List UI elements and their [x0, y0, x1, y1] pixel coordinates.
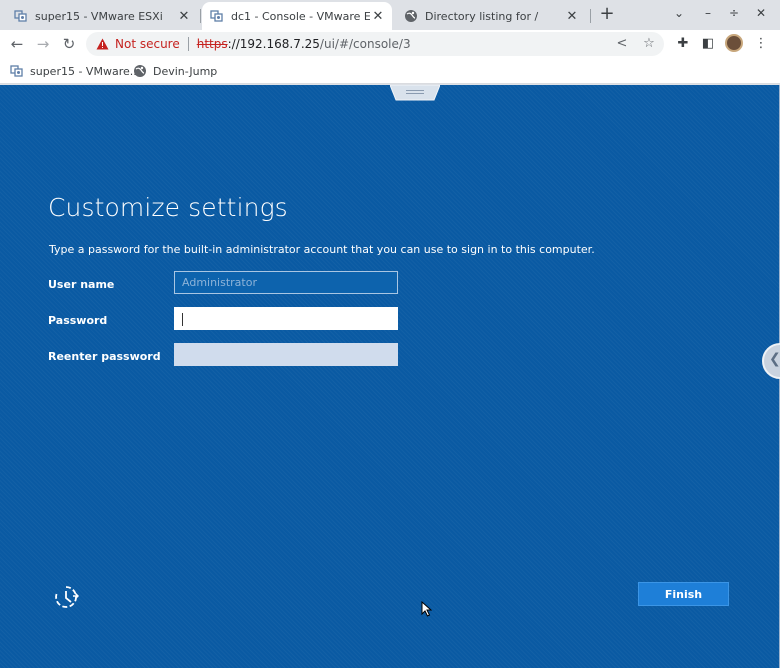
- minimize-icon[interactable]: –: [699, 6, 717, 20]
- password-field[interactable]: [174, 307, 398, 330]
- vm-console[interactable]: ❮ Customize settings Type a password for…: [0, 85, 780, 668]
- password-label: Password: [48, 314, 108, 327]
- tab-divider: [200, 9, 201, 23]
- tab-strip: super15 - VMware ESXi ✕ dc1 - Console - …: [0, 0, 780, 30]
- tab-divider: [590, 9, 591, 23]
- globe-icon: [405, 10, 417, 22]
- text-caret: [182, 313, 183, 326]
- side-panel-icon[interactable]: ◧: [699, 35, 717, 53]
- console-screen: [0, 85, 779, 668]
- url-host: ://192.168.7.25: [227, 37, 320, 51]
- bookmark-devin-jump[interactable]: Devin-Jump: [133, 62, 217, 80]
- forward-icon[interactable]: →: [34, 35, 52, 53]
- bookmark-star-icon[interactable]: ☆: [641, 36, 657, 51]
- tab-title: Directory listing for /: [425, 9, 539, 23]
- new-tab-button[interactable]: +: [598, 5, 616, 25]
- username-label: User name: [48, 278, 115, 291]
- vmware-icon: [10, 65, 23, 77]
- vmware-icon: [14, 10, 27, 22]
- tab-dc1-console[interactable]: dc1 - Console - VMware ESXi ✕: [202, 2, 392, 30]
- browser-toolbar: ← → ↻ Not secure https://192.168.7.25/ui…: [0, 30, 780, 58]
- tab-super15[interactable]: super15 - VMware ESXi ✕: [6, 2, 198, 30]
- maximize-icon[interactable]: ÷: [725, 6, 743, 20]
- close-icon[interactable]: ✕: [176, 9, 192, 24]
- mouse-cursor-icon: [421, 601, 432, 617]
- avatar[interactable]: [725, 34, 743, 52]
- close-window-icon[interactable]: ✕: [752, 6, 770, 20]
- globe-icon: [134, 65, 146, 77]
- reenter-password-label: Reenter password: [48, 350, 161, 363]
- tab-directory-listing[interactable]: Directory listing for / ✕: [396, 2, 586, 30]
- username-field: Administrator: [174, 271, 398, 294]
- vmware-icon: [210, 10, 223, 22]
- reload-icon[interactable]: ↻: [60, 35, 78, 53]
- extensions-icon[interactable]: ✚: [674, 35, 692, 53]
- bookmark-label: super15 - VMware...: [30, 64, 141, 78]
- url-scheme: https: [196, 37, 228, 51]
- bookmarks-bar: super15 - VMware... Devin-Jump: [0, 58, 780, 84]
- warning-icon: [96, 38, 109, 50]
- not-secure-label[interactable]: Not secure: [115, 37, 180, 51]
- instructions-text: Type a password for the built-in adminis…: [49, 243, 595, 256]
- back-icon[interactable]: ←: [8, 35, 26, 53]
- omnibox-divider: [187, 37, 189, 51]
- close-icon[interactable]: ✕: [564, 9, 580, 24]
- finish-button[interactable]: Finish: [638, 582, 729, 606]
- bookmark-super15[interactable]: super15 - VMware...: [10, 62, 140, 80]
- tab-title: super15 - VMware ESXi: [35, 9, 163, 23]
- url-path: /ui/#/console/3: [319, 37, 411, 51]
- menu-icon[interactable]: ⋮: [752, 35, 770, 53]
- chevron-left-icon: ❮: [769, 351, 780, 367]
- bookmark-label: Devin-Jump: [153, 64, 218, 78]
- close-icon[interactable]: ✕: [370, 9, 386, 24]
- ease-of-access-icon[interactable]: [53, 584, 79, 610]
- tab-title: dc1 - Console - VMware ESXi: [231, 9, 370, 23]
- reenter-password-field[interactable]: [174, 343, 398, 366]
- console-menu-tab[interactable]: [390, 85, 440, 101]
- tab-search-chevron-icon[interactable]: ⌄: [670, 6, 688, 20]
- address-bar[interactable]: Not secure https://192.168.7.25/ui/#/con…: [86, 32, 664, 56]
- share-icon[interactable]: <: [614, 36, 630, 51]
- page-title: Customize settings: [48, 193, 288, 222]
